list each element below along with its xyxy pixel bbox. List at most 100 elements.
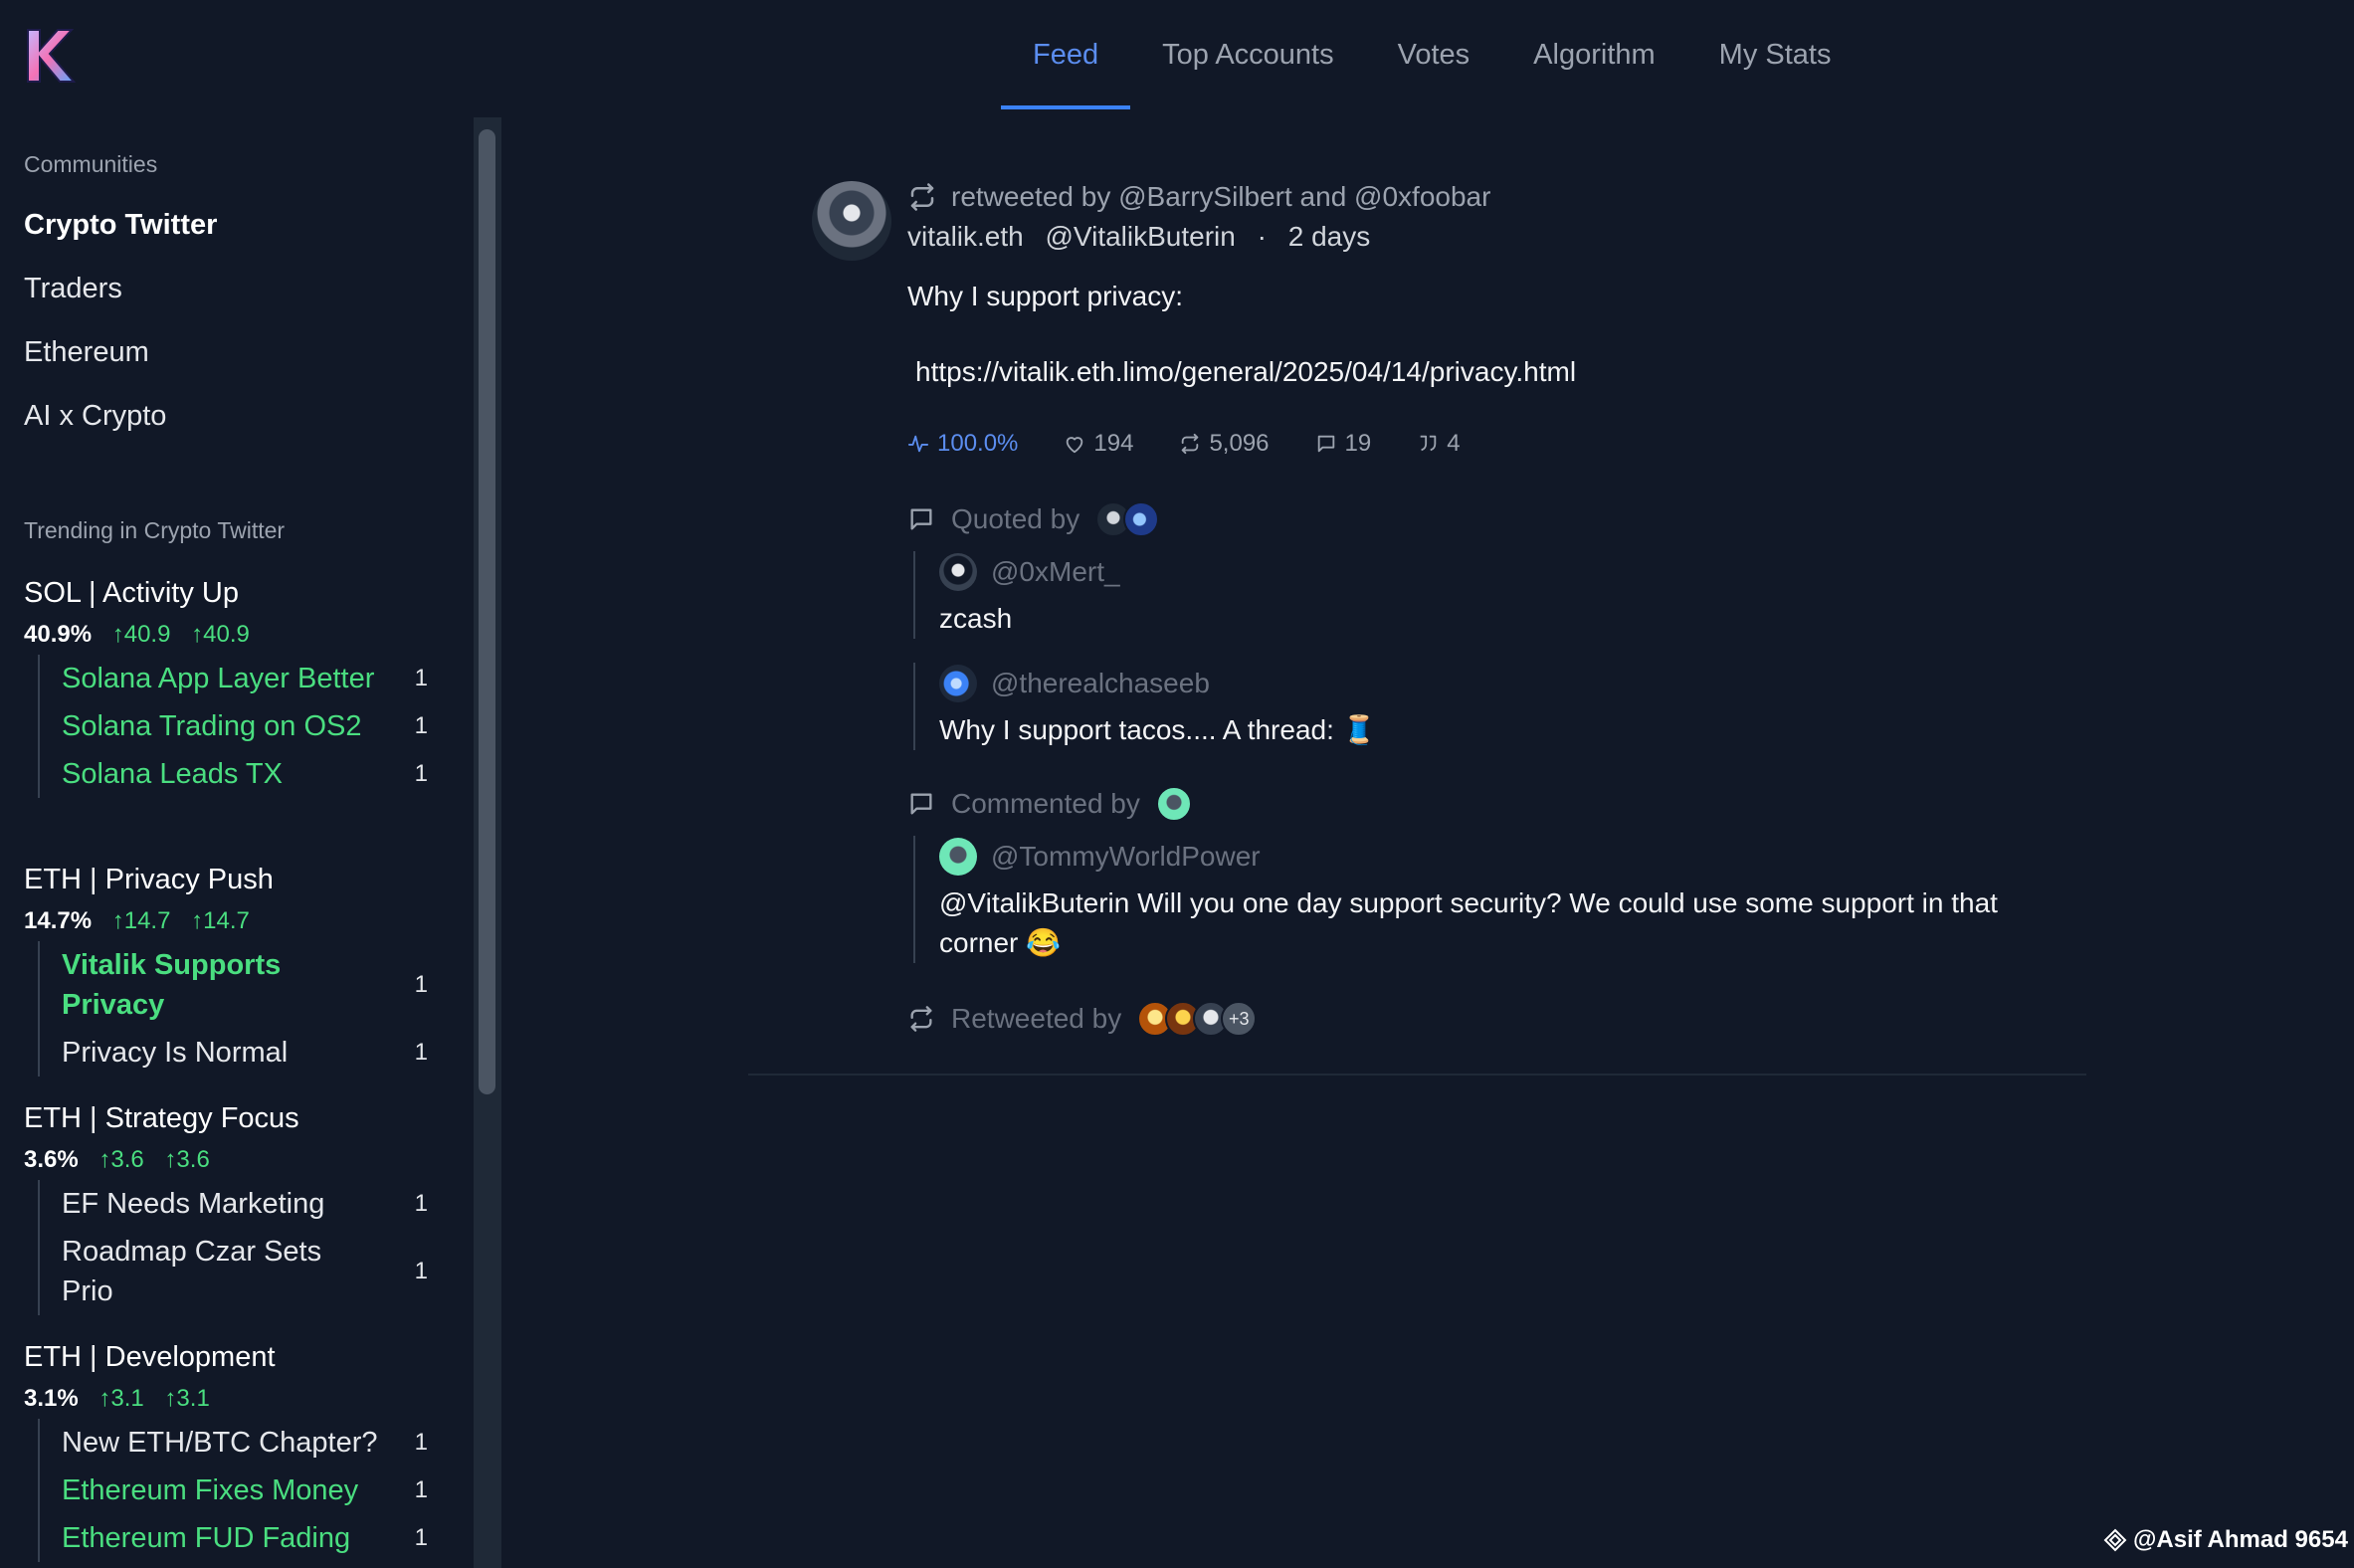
trend-sub-count: 1 xyxy=(414,665,428,691)
trend-sub-count: 1 xyxy=(414,1258,428,1284)
app-logo-icon[interactable] xyxy=(24,26,76,86)
trend-sub-label: Vitalik Supports Privacy xyxy=(62,949,282,1021)
tab-votes[interactable]: Votes xyxy=(1366,0,1502,109)
sidebar-scrollbar-thumb[interactable] xyxy=(479,129,495,1094)
trend-sub-item[interactable]: EF Needs Marketing 1 xyxy=(40,1180,428,1228)
author-handle[interactable]: @VitalikButerin xyxy=(1046,221,1236,252)
quoted-by-label: Quoted by xyxy=(951,503,1080,534)
retweet-attribution: retweeted by @BarrySilbert and @0xfoobar xyxy=(907,181,1490,213)
comment-icon xyxy=(910,793,932,815)
retweeted-by-avatars: +3 xyxy=(1137,1001,1258,1037)
quote-text: Why I support tacos.... A thread: 🧵 xyxy=(939,714,1377,745)
tab-feed[interactable]: Feed xyxy=(1001,0,1131,109)
community-traders[interactable]: Traders xyxy=(24,273,122,305)
trend-sub-list: Vitalik Supports Privacy 1 Privacy Is No… xyxy=(38,941,442,1077)
quote-item[interactable]: @0xMert_ zcash xyxy=(913,551,2073,639)
author-line: vitalik.eth @VitalikButerin · 2 days xyxy=(907,221,1384,253)
trend-change: ↑40.9 xyxy=(191,621,250,648)
author-name[interactable]: vitalik.eth xyxy=(907,221,1024,252)
heart-icon xyxy=(1067,437,1083,454)
retweet-icon xyxy=(910,183,934,211)
trend-change: ↑3.1 xyxy=(164,1385,210,1412)
tab-top-accounts[interactable]: Top Accounts xyxy=(1130,0,1366,109)
post-metrics: 100.0% 194 5,096 19 4 xyxy=(907,430,1461,458)
comment-handle[interactable]: @TommyWorldPower xyxy=(991,841,1261,873)
trend-sub-count: 1 xyxy=(414,1190,428,1217)
sidebar: Communities Crypto Twitter Traders Ether… xyxy=(0,117,474,1568)
quote-metric[interactable]: 4 xyxy=(1417,430,1461,458)
trend-sub-list: Solana App Layer Better 1 Solana Trading… xyxy=(38,655,442,798)
trend-change: ↑14.7 xyxy=(111,907,171,934)
like-metric[interactable]: 194 xyxy=(1064,430,1133,458)
trend-title[interactable]: ETH | Privacy Push xyxy=(24,858,442,901)
avatar[interactable] xyxy=(1155,786,1192,822)
avatar[interactable] xyxy=(939,838,977,876)
avatar[interactable] xyxy=(1123,501,1160,537)
trend-percent: 40.9% xyxy=(24,621,93,648)
quote-handle[interactable]: @0xMert_ xyxy=(991,556,1120,588)
trend-sub-item[interactable]: Roadmap Czar Sets Prio 1 xyxy=(40,1228,428,1315)
tab-algorithm[interactable]: Algorithm xyxy=(1501,0,1687,109)
trend-group: ETH | Development 3.1% ↑3.1 ↑3.1 New ETH… xyxy=(24,1335,442,1562)
trend-change: ↑3.1 xyxy=(98,1385,144,1412)
reply-metric[interactable]: 19 xyxy=(1315,430,1371,458)
trend-sub-count: 1 xyxy=(414,1524,428,1551)
trend-sub-label: Privacy Is Normal xyxy=(62,1037,289,1069)
quote-count: 4 xyxy=(1447,430,1461,457)
trend-sub-count: 1 xyxy=(414,1476,428,1503)
quote-item[interactable]: @therealchaseeb Why I support tacos.... … xyxy=(913,663,2073,750)
post-link[interactable]: https://vitalik.eth.limo/general/2025/04… xyxy=(915,356,1576,388)
trend-sub-count: 1 xyxy=(414,760,428,787)
community-ai-x-crypto[interactable]: AI x Crypto xyxy=(24,400,166,433)
quote-handle[interactable]: @therealchaseeb xyxy=(991,668,1210,699)
trend-group: ETH | Strategy Focus 3.6% ↑3.6 ↑3.6 EF N… xyxy=(24,1096,442,1315)
more-retweeters-badge[interactable]: +3 xyxy=(1221,1001,1258,1037)
sidebar-scrollbar[interactable] xyxy=(474,117,501,1568)
trend-sub-label: Solana Leads TX xyxy=(62,758,283,790)
trend-title[interactable]: SOL | Activity Up xyxy=(24,571,442,615)
retweeted-by-label: Retweeted by xyxy=(951,1003,1122,1034)
trend-sub-count: 1 xyxy=(414,1039,428,1066)
retweeted-by-row: Retweeted by +3 xyxy=(907,1001,1258,1037)
retweet-icon xyxy=(1182,433,1199,455)
retweet-metric[interactable]: 5,096 xyxy=(1179,430,1270,458)
trend-sub-count: 1 xyxy=(414,1429,428,1456)
trend-sub-item[interactable]: Ethereum FUD Fading 1 xyxy=(40,1514,428,1562)
comment-item[interactable]: @TommyWorldPower @VitalikButerin Will yo… xyxy=(913,836,2073,963)
comment-icon xyxy=(910,508,932,530)
trend-sub-item[interactable]: Ethereum Fixes Money 1 xyxy=(40,1467,428,1514)
feed-post[interactable]: retweeted by @BarrySilbert and @0xfoobar… xyxy=(748,175,2086,1076)
trend-stats: 40.9% ↑40.9 ↑40.9 xyxy=(24,615,442,655)
trend-sub-item[interactable]: Privacy Is Normal 1 xyxy=(40,1029,428,1077)
trend-sub-item[interactable]: Solana Trading on OS2 1 xyxy=(40,702,428,750)
community-crypto-twitter[interactable]: Crypto Twitter xyxy=(24,209,217,242)
trend-percent: 14.7% xyxy=(24,907,93,934)
post-text: Why I support privacy: xyxy=(907,281,1183,311)
trend-percent: 3.1% xyxy=(24,1385,79,1412)
watermark-credit: @Asif Ahmad 9654 xyxy=(2103,1526,2348,1554)
comment-header: @TommyWorldPower xyxy=(939,836,2073,878)
trend-sub-label: Roadmap Czar Sets Prio xyxy=(62,1236,322,1307)
trend-sub-list: New ETH/BTC Chapter? 1 Ethereum Fixes Mo… xyxy=(38,1419,442,1562)
tab-my-stats[interactable]: My Stats xyxy=(1687,0,1864,109)
like-count: 194 xyxy=(1093,430,1134,457)
trend-title[interactable]: ETH | Strategy Focus xyxy=(24,1096,442,1140)
retweet-count: 5,096 xyxy=(1209,430,1270,457)
trend-sub-item[interactable]: Solana Leads TX 1 xyxy=(40,750,428,798)
quote-text: zcash xyxy=(939,603,1013,634)
trend-sub-item[interactable]: Vitalik Supports Privacy 1 xyxy=(40,941,428,1029)
commented-by-avatars xyxy=(1155,786,1192,822)
trend-sub-item[interactable]: Solana App Layer Better 1 xyxy=(40,655,428,702)
avatar[interactable] xyxy=(939,553,977,591)
author-avatar[interactable] xyxy=(812,181,891,261)
quote-icon xyxy=(1420,435,1437,452)
trend-title[interactable]: ETH | Development xyxy=(24,1335,442,1379)
quoted-by-row: Quoted by xyxy=(907,501,1160,537)
diamond-logo-icon xyxy=(2103,1528,2127,1552)
retweeted-by-text: retweeted by @BarrySilbert and @0xfoobar xyxy=(951,181,1491,212)
trend-change: ↑14.7 xyxy=(191,907,250,934)
avatar[interactable] xyxy=(939,665,977,702)
community-ethereum[interactable]: Ethereum xyxy=(24,336,149,369)
score-metric[interactable]: 100.0% xyxy=(907,430,1018,458)
trend-sub-item[interactable]: New ETH/BTC Chapter? 1 xyxy=(40,1419,428,1467)
